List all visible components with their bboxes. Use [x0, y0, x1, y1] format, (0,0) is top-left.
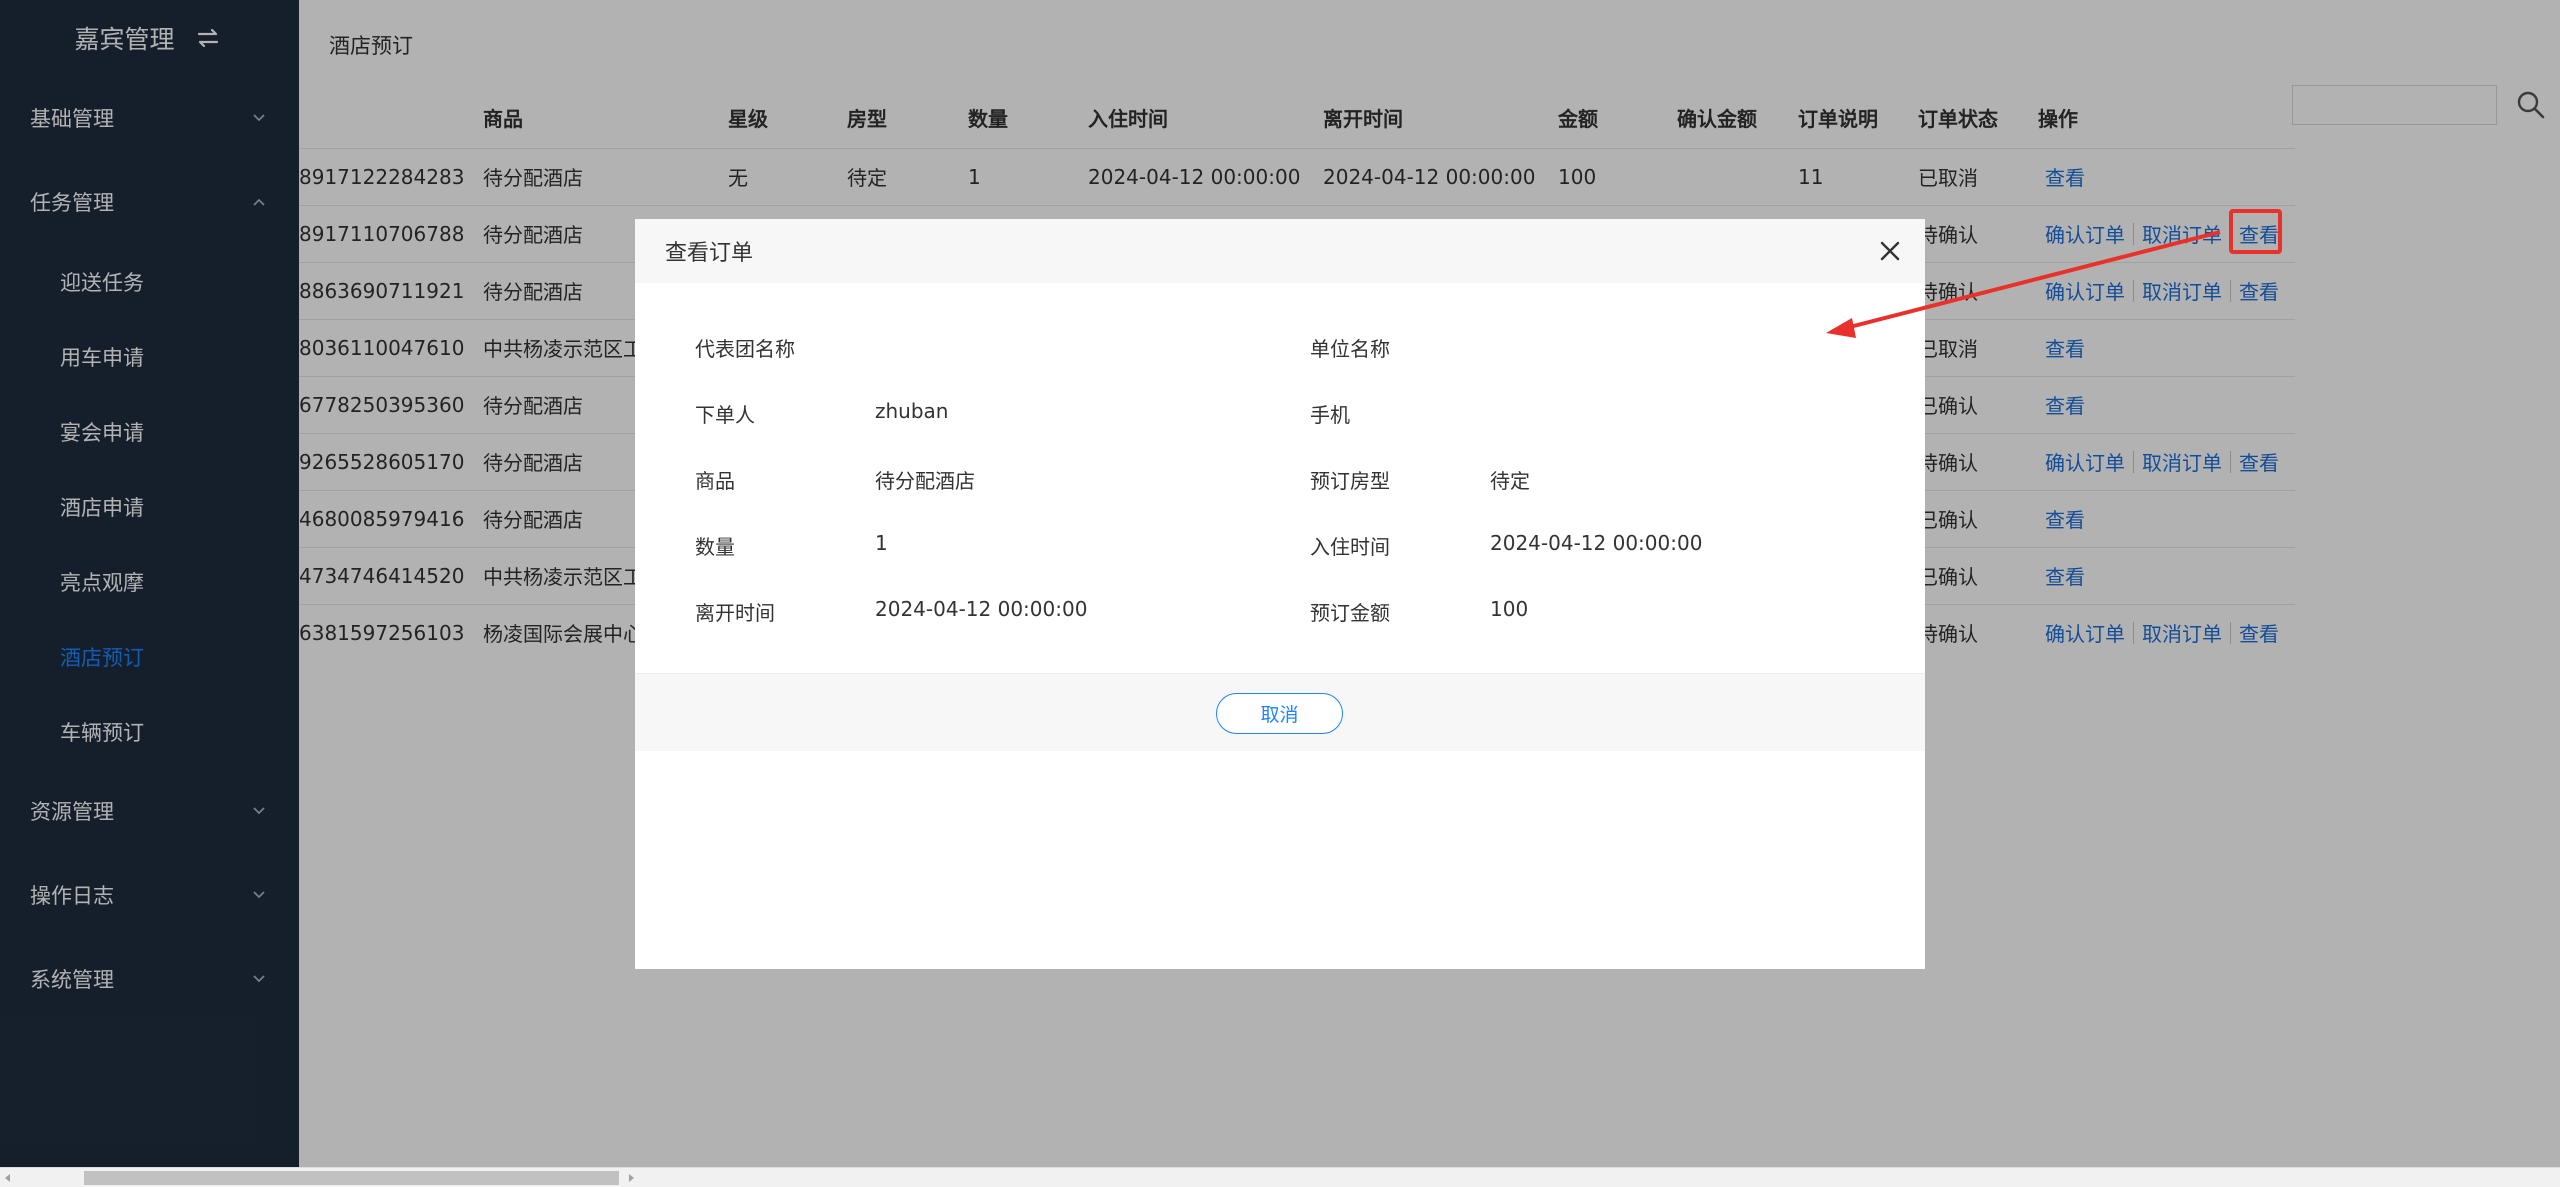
field-label-orderer: 下单人 [695, 403, 755, 427]
field-label-phone: 手机 [1310, 403, 1350, 427]
annotation-highlight-box [2229, 209, 2282, 254]
field-value-room-type: 待定 [1490, 469, 1530, 493]
scroll-right-icon[interactable] [625, 1172, 637, 1184]
view-order-modal: 查看订单 代表团名称 单位名称 下单人 zhuban 手机 商品 待分配酒店 预… [635, 219, 1925, 969]
field-label-quantity: 数量 [695, 535, 735, 559]
close-icon[interactable] [1877, 238, 1903, 264]
field-label-delegation: 代表团名称 [695, 337, 795, 361]
cancel-button[interactable]: 取消 [1216, 693, 1343, 734]
modal-footer: 取消 [635, 673, 1925, 751]
field-value-amount: 100 [1490, 597, 1529, 621]
modal-header: 查看订单 [635, 219, 1925, 283]
field-value-checkin: 2024-04-12 00:00:00 [1490, 531, 1703, 555]
horizontal-scrollbar[interactable] [0, 1167, 2560, 1187]
field-label-room-type: 预订房型 [1310, 469, 1390, 493]
field-value-quantity: 1 [875, 531, 888, 555]
field-value-product: 待分配酒店 [875, 469, 975, 493]
scroll-left-icon[interactable] [2, 1172, 14, 1184]
field-value-orderer: zhuban [875, 399, 949, 423]
scrollbar-thumb[interactable] [84, 1171, 619, 1185]
modal-title: 查看订单 [665, 241, 754, 266]
field-label-unit: 单位名称 [1310, 337, 1390, 361]
field-label-checkout: 离开时间 [695, 601, 775, 625]
modal-body: 代表团名称 单位名称 下单人 zhuban 手机 商品 待分配酒店 预订房型 待… [635, 283, 1925, 673]
field-label-product: 商品 [695, 469, 735, 493]
field-label-amount: 预订金额 [1310, 601, 1390, 625]
field-value-checkout: 2024-04-12 00:00:00 [875, 597, 1088, 621]
field-label-checkin: 入住时间 [1310, 535, 1390, 559]
